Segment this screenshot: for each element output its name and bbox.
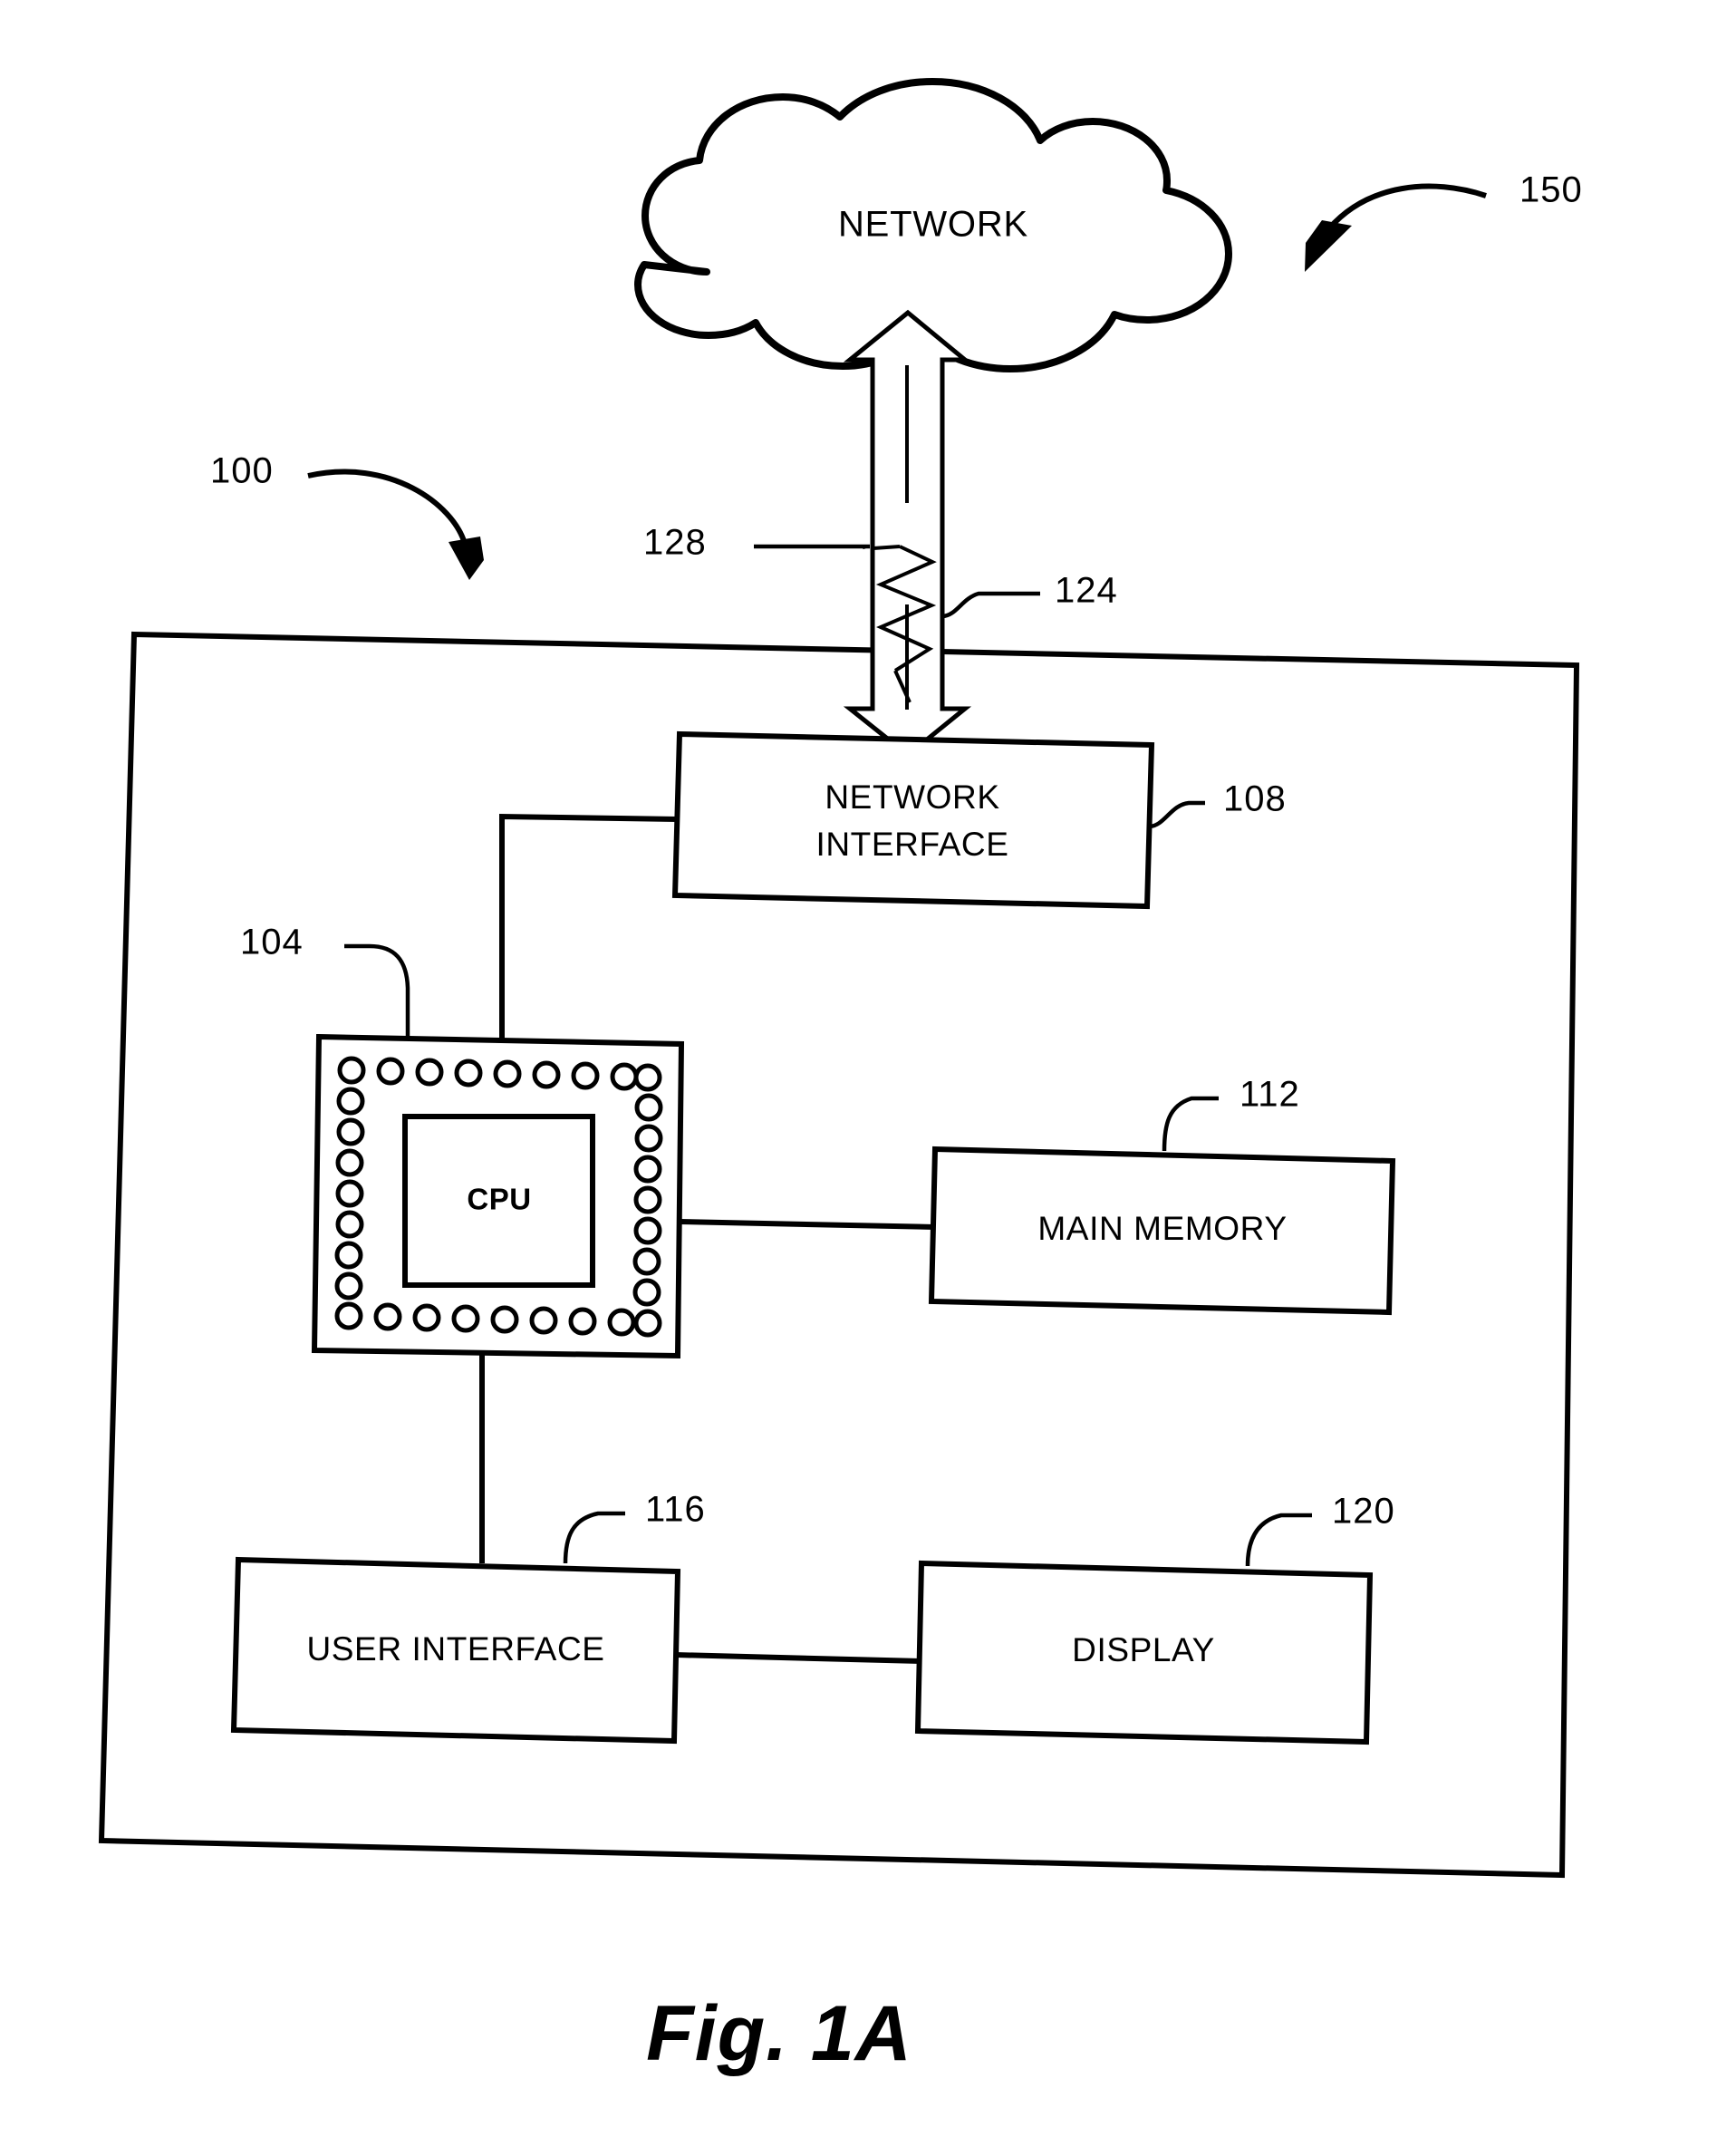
ref-108-leader <box>1148 800 1205 829</box>
cpu-pin <box>335 1210 364 1239</box>
cloud-label: NETWORK <box>838 205 1028 245</box>
cpu-pin <box>633 1216 662 1245</box>
network-interface-box-group: NETWORK INTERFACE <box>671 730 1155 910</box>
display-box-group: DISPLAY <box>914 1560 1374 1745</box>
main-memory-label: MAIN MEMORY <box>1037 1210 1287 1247</box>
ref-120-label: 120 <box>1332 1492 1395 1532</box>
cpu-pin <box>532 1060 561 1089</box>
cpu-pin <box>451 1304 480 1333</box>
lightning-bolt-upper-tail <box>873 545 901 550</box>
diagram-canvas: NETWORK 150 100 128 124 NETWORK INTERFAC… <box>98 78 1583 2077</box>
ref-112-label: 112 <box>1240 1075 1300 1115</box>
network-link-arrow-group <box>843 309 972 759</box>
ref-128-label: 128 <box>643 523 707 563</box>
cpu-pin <box>336 1087 365 1116</box>
cpu-pin <box>633 1063 662 1092</box>
ref-150-label: 150 <box>1519 170 1583 210</box>
cpu-pin <box>334 1241 363 1270</box>
ref-104-callout: 104 <box>240 923 410 1040</box>
ref-100-leader-curve <box>307 469 468 545</box>
connector-cpu-to-main-memory <box>679 1219 936 1230</box>
ref-116-label: 116 <box>645 1490 706 1530</box>
cpu-pin <box>335 1179 364 1208</box>
cpu-pin <box>415 1058 444 1087</box>
cpu-pin <box>632 1278 661 1307</box>
cpu-pin <box>634 1093 663 1122</box>
ref-150-leader-curve <box>1326 183 1487 230</box>
cpu-pin <box>634 1124 663 1153</box>
network-interface-box <box>671 730 1155 910</box>
ref-120-leader <box>1245 1513 1312 1567</box>
ref-120-callout: 120 <box>1245 1492 1395 1567</box>
cpu-pin <box>335 1148 364 1177</box>
cpu-pin <box>568 1307 597 1336</box>
cpu-pin <box>334 1301 363 1330</box>
cpu-pin <box>607 1308 636 1337</box>
cpu-pin <box>454 1059 483 1088</box>
ref-100-callout: 100 <box>210 451 484 580</box>
cpu-chip-group: CPU <box>311 1033 685 1359</box>
ref-108-label: 108 <box>1223 779 1287 819</box>
user-interface-label: USER INTERFACE <box>306 1630 604 1668</box>
figure-caption: Fig. 1A <box>646 1990 912 2077</box>
cpu-pin <box>373 1302 402 1331</box>
cpu-pin <box>632 1247 661 1276</box>
cpu-pin <box>493 1059 522 1088</box>
patent-figure-1a: NETWORK 150 100 128 124 NETWORK INTERFAC… <box>0 0 1717 2156</box>
ref-124-callout: 124 <box>941 571 1118 619</box>
display-label: DISPLAY <box>1072 1631 1215 1668</box>
network-cloud-group: NETWORK <box>634 78 1232 372</box>
cpu-pin <box>336 1117 365 1146</box>
ref-116-callout: 116 <box>563 1490 706 1564</box>
cpu-pin <box>490 1305 519 1334</box>
cpu-pin <box>571 1061 600 1090</box>
cpu-pin <box>633 1155 662 1184</box>
ref-124-label: 124 <box>1055 571 1118 611</box>
cpu-pin <box>633 1309 662 1338</box>
ref-124-leader <box>941 591 1040 619</box>
cpu-pin <box>376 1057 405 1086</box>
ref-100-label: 100 <box>210 451 274 491</box>
network-interface-label-line2: INTERFACE <box>815 826 1008 863</box>
connector-cpu-to-network-interface <box>499 813 679 1040</box>
cpu-pin <box>633 1185 662 1214</box>
user-interface-box-group: USER INTERFACE <box>230 1556 681 1745</box>
cpu-label: CPU <box>467 1183 531 1216</box>
ref-128-callout: 128 <box>643 523 870 563</box>
cpu-pin <box>337 1056 366 1085</box>
ref-112-leader <box>1162 1096 1219 1152</box>
network-interface-label-line1: NETWORK <box>825 778 999 816</box>
ref-100-arrowhead <box>449 537 484 580</box>
ref-104-label: 104 <box>240 923 304 962</box>
cpu-pin <box>334 1271 363 1300</box>
ref-108-callout: 108 <box>1148 779 1287 829</box>
ref-112-callout: 112 <box>1162 1075 1300 1152</box>
main-memory-box-group: MAIN MEMORY <box>928 1146 1396 1316</box>
ref-104-leader <box>344 943 410 1040</box>
cpu-pin <box>610 1062 639 1091</box>
cpu-pin <box>412 1303 441 1332</box>
ref-150-arrowhead <box>1305 220 1352 272</box>
connector-user-interface-to-display <box>675 1652 922 1664</box>
cpu-pin <box>529 1306 558 1335</box>
ref-116-leader <box>563 1511 625 1564</box>
ref-150-callout: 150 <box>1305 170 1583 272</box>
